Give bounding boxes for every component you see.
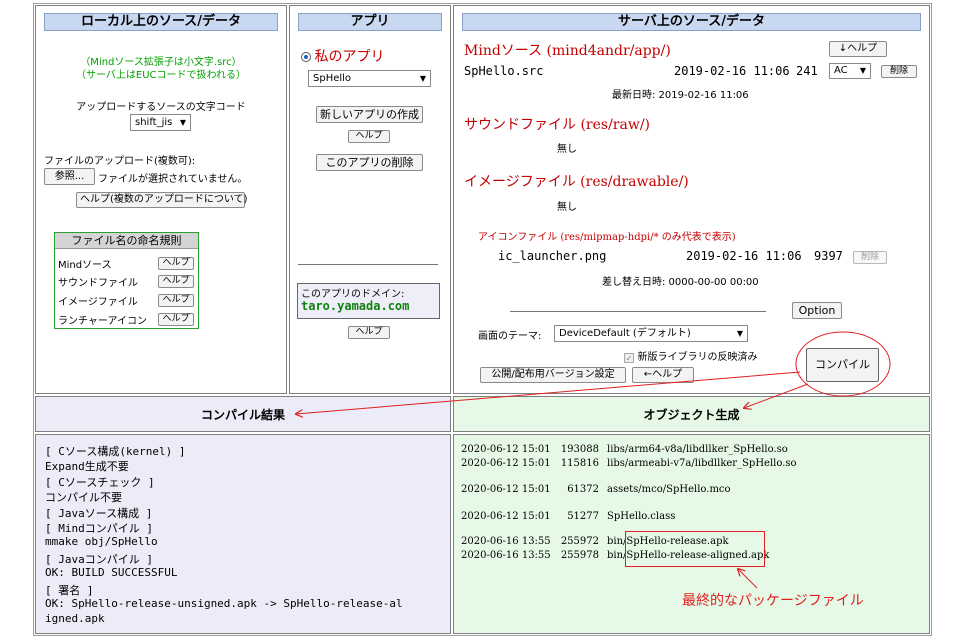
- compile-log-line: [ Mindコンパイル ]: [45, 522, 153, 535]
- newlib-checkbox[interactable]: ✓ 新版ライブラリの反映済み: [624, 348, 758, 363]
- object-file-path: SpHello.class: [607, 511, 676, 522]
- objects-header: オブジェクト生成: [643, 408, 740, 422]
- compile-log: [ Cソース構成(kernel) ] Expand生成不要[ Cソースチェック …: [35, 434, 451, 634]
- upload-label: ファイルのアップロード(複数可):: [44, 156, 196, 167]
- compile-log-line: OK: BUILD SUCCESSFUL: [45, 566, 178, 580]
- domain-value: taro.yamada.com: [301, 299, 410, 313]
- chevron-down-icon: ▼: [419, 74, 426, 83]
- naming-label-sound: サウンドファイル: [58, 278, 138, 289]
- naming-help-launcher-button[interactable]: ヘルプ: [158, 313, 194, 326]
- source-file-date: 2019-02-16 11:06: [674, 64, 790, 78]
- compile-log-line: igned.apk: [45, 612, 105, 626]
- local-header: ローカル上のソース/データ: [44, 13, 278, 31]
- object-file-date: 2020-06-12 15:01: [461, 458, 551, 469]
- compile-log-line: [ Cソース構成(kernel) ]: [45, 445, 186, 458]
- compile-log-line: OK: SpHello-release-unsigned.apk -> SpHe…: [45, 597, 403, 610]
- image-title: イメージファイル (res/drawable/): [464, 174, 689, 190]
- compile-button[interactable]: コンパイル: [806, 348, 879, 382]
- compile-log-line: [ Javaソース構成 ]: [45, 506, 153, 520]
- compile-results-header: コンパイル結果: [200, 408, 285, 422]
- sound-title: サウンドファイル (res/raw/): [464, 117, 650, 133]
- final-package-annotation: 最終的なパッケージファイル: [682, 593, 864, 609]
- app-header: アプリ: [298, 13, 442, 31]
- naming-label-launcher: ランチャーアイコン: [58, 316, 147, 327]
- object-file-size: 115816: [560, 458, 599, 469]
- newlib-label: 新版ライブラリの反映済み: [637, 352, 758, 363]
- chevron-down-icon: ▼: [859, 66, 866, 75]
- app-select[interactable]: SpHello ▼: [308, 70, 431, 87]
- my-app-label: 私のアプリ: [314, 49, 385, 65]
- compile-log-line: Expand生成不要: [45, 460, 129, 474]
- checkbox-checked-icon: ✓: [624, 353, 634, 363]
- object-file-date: 2020-06-12 15:01: [461, 511, 551, 522]
- theme-label: 画面のテーマ:: [478, 331, 542, 342]
- selected-app-value: SpHello: [313, 73, 352, 84]
- domain-help-button[interactable]: ヘルプ: [348, 326, 390, 339]
- compile-log-line: [ Javaコンパイル ]: [45, 552, 153, 566]
- server-divider: [510, 311, 766, 312]
- option-button[interactable]: Option: [792, 302, 842, 319]
- local-note-2: （サーバ上はEUCコードで扱われる）: [75, 70, 247, 81]
- object-file-date: 2020-06-16 13:55: [461, 536, 551, 547]
- object-file-size: 255978: [560, 550, 599, 561]
- object-file-size: 193088: [560, 444, 599, 455]
- object-file-path: libs/arm64-v8a/libdllker_SpHello.so: [607, 444, 788, 455]
- compile-log-line: [ 署名 ]: [45, 583, 94, 597]
- icon-title: アイコンファイル (res/mipmap-hdpi/* のみ代表で表示): [478, 232, 736, 243]
- source-last-update: 最新日時: 2019-02-16 11:06: [612, 90, 749, 101]
- encoding-select[interactable]: shift_jis ▼: [130, 114, 191, 131]
- source-encoding-value: AC: [834, 65, 848, 76]
- naming-label-mind: Mindソース: [58, 260, 112, 271]
- icon-file-date: 2019-02-16 11:06: [686, 249, 802, 263]
- object-file-path: libs/armeabi-v7a/libdllker_SpHello.so: [607, 458, 797, 469]
- naming-help-mind-button[interactable]: ヘルプ: [158, 257, 194, 270]
- object-file-date: 2020-06-16 13:55: [461, 550, 551, 561]
- theme-select[interactable]: DeviceDefault (デフォルト) ▼: [554, 325, 748, 342]
- object-file-size: 255972: [560, 536, 599, 547]
- help-multi-upload-button[interactable]: ヘルプ(複数のアップロードについて): [76, 192, 248, 208]
- radio-selected-icon: [301, 52, 311, 62]
- back-help-button[interactable]: ←ヘルプ: [632, 367, 694, 383]
- object-file-size: 51277: [567, 511, 599, 522]
- version-settings-button[interactable]: 公開/配布用バージョン設定: [480, 367, 626, 383]
- my-app-radio[interactable]: 私のアプリ: [301, 46, 385, 66]
- browse-button[interactable]: 参照...: [44, 168, 95, 185]
- final-package-highlight: [625, 531, 765, 567]
- theme-value: DeviceDefault (デフォルト): [559, 328, 691, 339]
- new-app-button[interactable]: 新しいアプリの作成: [316, 106, 423, 123]
- chevron-down-icon: ▼: [736, 329, 743, 338]
- object-file-date: 2020-06-12 15:01: [461, 484, 551, 495]
- object-file-path: assets/mco/SpHello.mco: [607, 484, 731, 495]
- app-divider: [298, 264, 438, 265]
- source-encoding-select[interactable]: AC ▼: [829, 63, 871, 79]
- compile-log-line: mmake obj/SpHello: [45, 535, 158, 549]
- object-file-size: 61372: [567, 484, 599, 495]
- naming-help-sound-button[interactable]: ヘルプ: [158, 275, 194, 288]
- domain-label: このアプリのドメイン:: [301, 289, 405, 300]
- replace-date: 差し替え日時: 0000-00-00 00:00: [602, 277, 759, 288]
- no-file-text: ファイルが選択されていません。: [98, 174, 248, 185]
- server-help-button[interactable]: ↓ヘルプ: [829, 41, 887, 57]
- image-none: 無し: [557, 202, 577, 213]
- app-help-button[interactable]: ヘルプ: [348, 130, 390, 143]
- icon-file-size: 9397: [814, 249, 843, 263]
- naming-rules-title: ファイル名の命名規則: [55, 233, 198, 249]
- source-file-size: 241: [796, 64, 818, 78]
- delete-app-button[interactable]: このアプリの削除: [316, 154, 423, 171]
- encoding-label: アップロードするソースの文字コード: [76, 102, 246, 113]
- naming-label-image: イメージファイル: [58, 297, 138, 308]
- mind-source-title: Mindソース (mind4andr/app/): [464, 43, 671, 59]
- icon-file-name[interactable]: ic_launcher.png: [498, 249, 606, 263]
- icon-delete-button[interactable]: 削除: [853, 251, 887, 264]
- source-delete-button[interactable]: 削除: [881, 65, 917, 78]
- object-file-date: 2020-06-12 15:01: [461, 444, 551, 455]
- source-file-name[interactable]: SpHello.src: [464, 64, 543, 78]
- server-header: サーバ上のソース/データ: [462, 13, 921, 31]
- sound-none: 無し: [557, 144, 577, 155]
- chevron-down-icon: ▼: [179, 118, 186, 127]
- naming-help-image-button[interactable]: ヘルプ: [158, 294, 194, 307]
- encoding-value: shift_jis: [135, 117, 173, 128]
- compile-log-line: [ Cソースチェック ]: [45, 475, 155, 489]
- compile-log-line: コンパイル不要: [45, 491, 122, 505]
